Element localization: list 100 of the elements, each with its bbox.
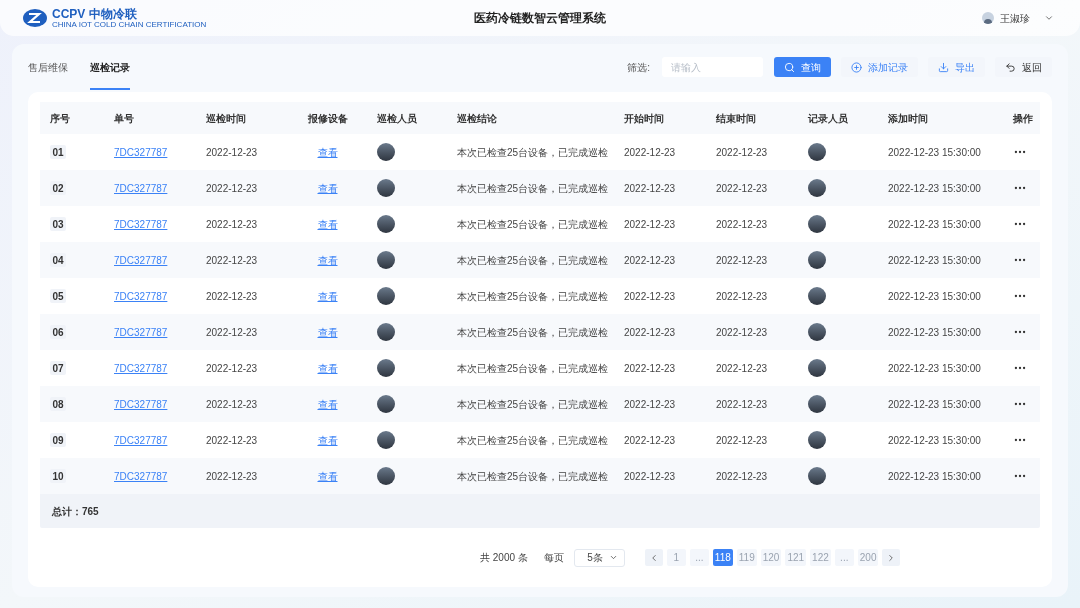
column-header: 巡检结论: [457, 111, 498, 126]
order-number-link[interactable]: 7DC327787: [114, 324, 168, 340]
row-index: 07: [50, 361, 66, 375]
order-number-link[interactable]: 7DC327787: [114, 288, 168, 304]
table-cell-text: 2022-12-23: [716, 289, 769, 304]
table-cell-text: 本次已检查25台设备，已完成巡检: [457, 469, 610, 484]
search-icon: [784, 61, 795, 73]
avatar: [377, 359, 395, 377]
table-cell-text: 2022-12-23: [206, 469, 259, 484]
avatar: [377, 467, 395, 485]
table-cell-text: 2022-12-23: [206, 289, 259, 304]
row-index: 10: [50, 469, 66, 483]
page-button[interactable]: ...: [834, 549, 854, 566]
order-number-link[interactable]: 7DC327787: [114, 252, 168, 268]
table-cell-text: 2022-12-23: [716, 361, 769, 376]
order-number-link[interactable]: 7DC327787: [114, 216, 168, 232]
order-number-link[interactable]: 7DC327787: [114, 144, 168, 160]
order-number-link[interactable]: 7DC327787: [114, 396, 168, 412]
page-button[interactable]: 1: [666, 549, 686, 566]
column-header: 记录人员: [808, 111, 849, 126]
column-header: 开始时间: [624, 111, 665, 126]
per-page-label: 每页: [543, 551, 564, 565]
tab[interactable]: 售后维保: [28, 44, 68, 90]
order-number-link[interactable]: 7DC327787: [114, 468, 168, 484]
search-field[interactable]: 请输入: [662, 57, 763, 77]
table-cell-text: 本次已检查25台设备，已完成巡检: [457, 145, 610, 160]
view-link[interactable]: 查看: [317, 288, 338, 304]
avatar: [808, 323, 826, 341]
row-index: 09: [50, 433, 66, 447]
view-link[interactable]: 查看: [317, 216, 338, 232]
view-link[interactable]: 查看: [317, 396, 338, 412]
column-header: 报修设备: [306, 111, 349, 126]
page-button[interactable]: 122: [810, 549, 831, 566]
column-header: 单号: [114, 111, 135, 126]
table-cell-text: 本次已检查25台设备，已完成巡检: [457, 181, 610, 196]
app-title: 医药冷链数智云管理系统: [474, 10, 606, 27]
table-cell-text: 2022-12-23: [624, 469, 677, 484]
view-link[interactable]: 查看: [317, 180, 338, 196]
table-cell-text: 本次已检查25台设备，已完成巡检: [457, 325, 610, 340]
total-text: 总计：765: [52, 504, 99, 519]
table-cell-text: 本次已检查25台设备，已完成巡检: [457, 253, 610, 268]
per-page-select[interactable]: 5条: [573, 548, 625, 567]
row-index: 03: [50, 217, 66, 231]
avatar: [808, 179, 826, 197]
order-number-link[interactable]: 7DC327787: [114, 432, 168, 448]
view-link[interactable]: 查看: [317, 324, 338, 340]
logo-subtitle: CHINA IOT COLD CHAIN CERTIFICATION: [52, 20, 207, 29]
table-cell-text: 2022-12-23 15:30:00: [888, 325, 982, 340]
table-cell-text: 2022-12-23 15:30:00: [888, 217, 982, 232]
column-header: 巡检人员: [377, 111, 418, 126]
table-cell-text: 2022-12-23: [624, 325, 677, 340]
order-number-link[interactable]: 7DC327787: [114, 180, 168, 196]
avatar: [377, 179, 395, 197]
row-index: 01: [50, 145, 66, 159]
table-cell-text: 本次已检查25台设备，已完成巡检: [457, 289, 610, 304]
table-cell-text: 本次已检查25台设备，已完成巡检: [457, 397, 610, 412]
user-name: 王淑珍: [1000, 11, 1030, 26]
avatar: [377, 287, 395, 305]
page-button[interactable]: 118: [712, 549, 733, 566]
logo-icon: [22, 8, 48, 28]
table-cell-text: 2022-12-23: [716, 145, 769, 160]
avatar: [377, 431, 395, 449]
table-cell-text: 2022-12-23: [206, 433, 259, 448]
dropdown-icon[interactable]: [1044, 13, 1054, 23]
table-cell-text: 2022-12-23: [624, 289, 677, 304]
page-button[interactable]: ...: [689, 549, 709, 566]
download-icon: [938, 61, 949, 73]
table-cell-text: 2022-12-23 15:30:00: [888, 433, 982, 448]
view-link[interactable]: 查看: [317, 144, 338, 160]
table-cell-text: 本次已检查25台设备，已完成巡检: [457, 433, 610, 448]
table-cell-text: 2022-12-23: [206, 325, 259, 340]
avatar: [377, 395, 395, 413]
view-link[interactable]: 查看: [317, 432, 338, 448]
table-cell-text: 2022-12-23: [716, 397, 769, 412]
table-cell-text: 2022-12-23: [716, 253, 769, 268]
table-cell-text: 2022-12-23: [206, 361, 259, 376]
table-cell-text: 2022-12-23: [624, 361, 677, 376]
user-icon: [982, 12, 994, 24]
avatar: [808, 431, 826, 449]
table-cell-text: 2022-12-23: [624, 397, 677, 412]
table-cell-text: 2022-12-23: [624, 433, 677, 448]
page-button[interactable]: 119: [736, 549, 757, 566]
table-cell-text: 2022-12-23 15:30:00: [888, 181, 982, 196]
filter-label: 筛选:: [627, 60, 650, 75]
page-button[interactable]: 200: [857, 549, 879, 566]
tab[interactable]: 巡检记录: [90, 44, 130, 90]
view-link[interactable]: 查看: [317, 360, 338, 376]
total-count: 共 2000 条: [480, 551, 528, 565]
view-link[interactable]: 查看: [317, 252, 338, 268]
avatar: [808, 359, 826, 377]
page-button[interactable]: 120: [760, 549, 782, 566]
query-button[interactable]: 查询: [774, 57, 831, 77]
avatar: [808, 143, 826, 161]
order-number-link[interactable]: 7DC327787: [114, 360, 168, 376]
view-link[interactable]: 查看: [317, 468, 338, 484]
table-cell-text: 2022-12-23: [624, 145, 677, 160]
page-button[interactable]: 121: [785, 549, 807, 566]
table-cell-text: 2022-12-23: [206, 181, 259, 196]
column-header: 序号: [50, 111, 71, 126]
avatar: [377, 215, 395, 233]
